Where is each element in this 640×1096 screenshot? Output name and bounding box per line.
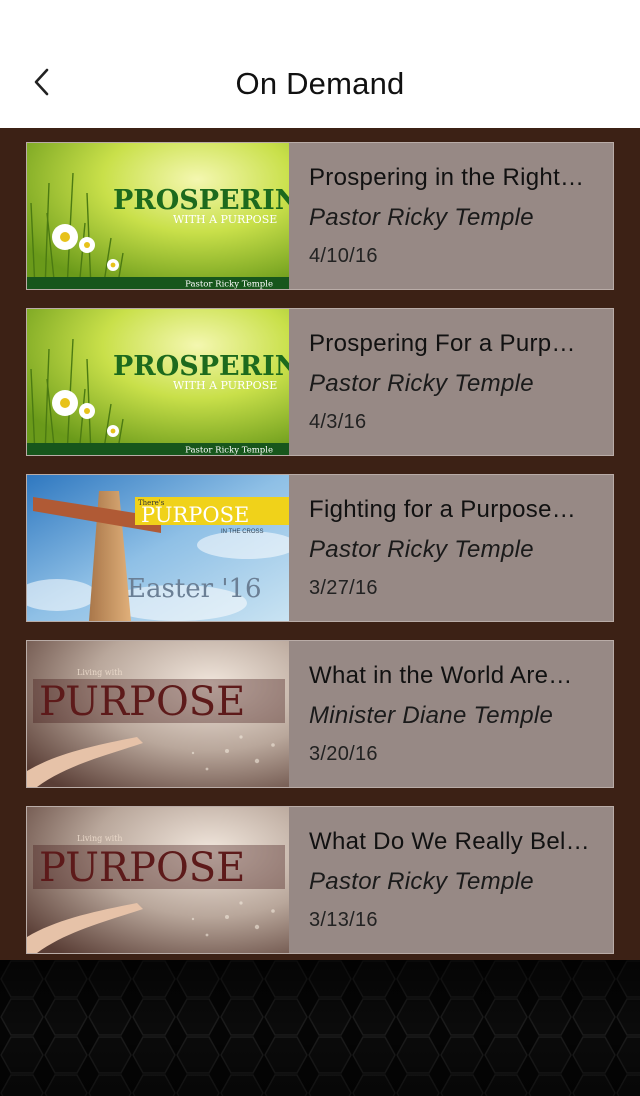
thumbnail-headline: PROSPERING [113, 185, 289, 216]
hexagon-pattern [0, 960, 640, 1096]
thumbnail-headline: PURPOSE [39, 845, 245, 891]
thumbnail-pretitle: Living with [77, 668, 123, 677]
thumbnail-headline: PURPOSE [141, 503, 249, 527]
status-bar [0, 0, 640, 40]
thumbnail-credit: Pastor Ricky Temple [185, 446, 273, 456]
sermon-thumbnail: There's PURPOSE IN THE CROSS Easter '16 [27, 475, 289, 621]
sermon-speaker: Pastor Ricky Temple [309, 536, 534, 563]
sermon-speaker: Pastor Ricky Temple [309, 370, 534, 397]
thumbnail-tagline: IN THE CROSS [221, 529, 264, 535]
sermon-date: 3/13/16 [309, 909, 378, 931]
thumbnail-tagline: WITH A PURPOSE [173, 213, 277, 226]
sermon-meta: What in the World Are… Minister Diane Te… [309, 641, 613, 787]
sermon-thumbnail: Living with PURPOSE [27, 807, 289, 953]
thumbnail-headline: PROSPERING [113, 351, 289, 382]
sermon-title: Prospering in the Right… [309, 164, 585, 191]
sermon-list-item[interactable]: Living with PURPOSE What in the World Ar… [26, 640, 614, 788]
sermon-list-container: PROSPERING WITH A PURPOSE Pastor Ricky T… [0, 128, 640, 960]
app-screen: On Demand PROSPERIN WITH A PURPOSE Pasto… [0, 0, 640, 1096]
thumbnail-headline: PURPOSE [39, 679, 245, 725]
sermon-speaker: Minister Diane Temple [309, 702, 554, 729]
sermon-thumbnail: PROSPERING WITH A PURPOSE Pastor Ricky T… [27, 143, 289, 289]
chevron-left-icon [34, 68, 49, 96]
sermon-list-item[interactable]: PROSPERING WITH A PURPOSE Pastor Ricky T… [26, 308, 614, 456]
sermon-meta: What Do We Really Bel… Pastor Ricky Temp… [309, 807, 613, 953]
sermon-meta: Prospering in the Right… Pastor Ricky Te… [309, 143, 613, 289]
sermon-title: Fighting for a Purpose… [309, 496, 577, 523]
thumbnail-credit: Pastor Ricky Temple [185, 280, 273, 290]
sermon-speaker: Pastor Ricky Temple [309, 868, 534, 895]
sermon-meta: Fighting for a Purpose… Pastor Ricky Tem… [309, 475, 613, 621]
sermon-speaker: Pastor Ricky Temple [309, 204, 534, 231]
navigation-bar: On Demand [0, 40, 640, 128]
sermon-meta: Prospering For a Purp… Pastor Ricky Temp… [309, 309, 613, 455]
sermon-list-item[interactable]: PROSPERING WITH A PURPOSE Pastor Ricky T… [26, 142, 614, 290]
sermon-date: 3/20/16 [309, 743, 378, 765]
sermon-title: Prospering For a Purp… [309, 330, 576, 357]
sermon-thumbnail: PROSPERING WITH A PURPOSE Pastor Ricky T… [27, 309, 289, 455]
sermon-list-item[interactable]: Living with PURPOSE What Do We Really Be… [26, 806, 614, 954]
sermon-title: What Do We Really Bel… [309, 828, 590, 855]
page-title: On Demand [235, 66, 405, 101]
sermon-list: PROSPERING WITH A PURPOSE Pastor Ricky T… [26, 142, 614, 972]
sermon-date: 4/3/16 [309, 411, 367, 433]
sermon-title: What in the World Are… [309, 662, 573, 689]
sermon-list-item[interactable]: There's PURPOSE IN THE CROSS Easter '16 … [26, 474, 614, 622]
footer-background [0, 960, 640, 1096]
thumbnail-tagline: WITH A PURPOSE [173, 379, 277, 392]
back-button[interactable] [22, 60, 62, 104]
sermon-thumbnail: Living with PURPOSE [27, 641, 289, 787]
thumbnail-pretitle: Living with [77, 834, 123, 843]
sermon-date: 3/27/16 [309, 577, 378, 599]
thumbnail-footer-text: Easter '16 [127, 574, 262, 604]
sermon-date: 4/10/16 [309, 245, 378, 267]
